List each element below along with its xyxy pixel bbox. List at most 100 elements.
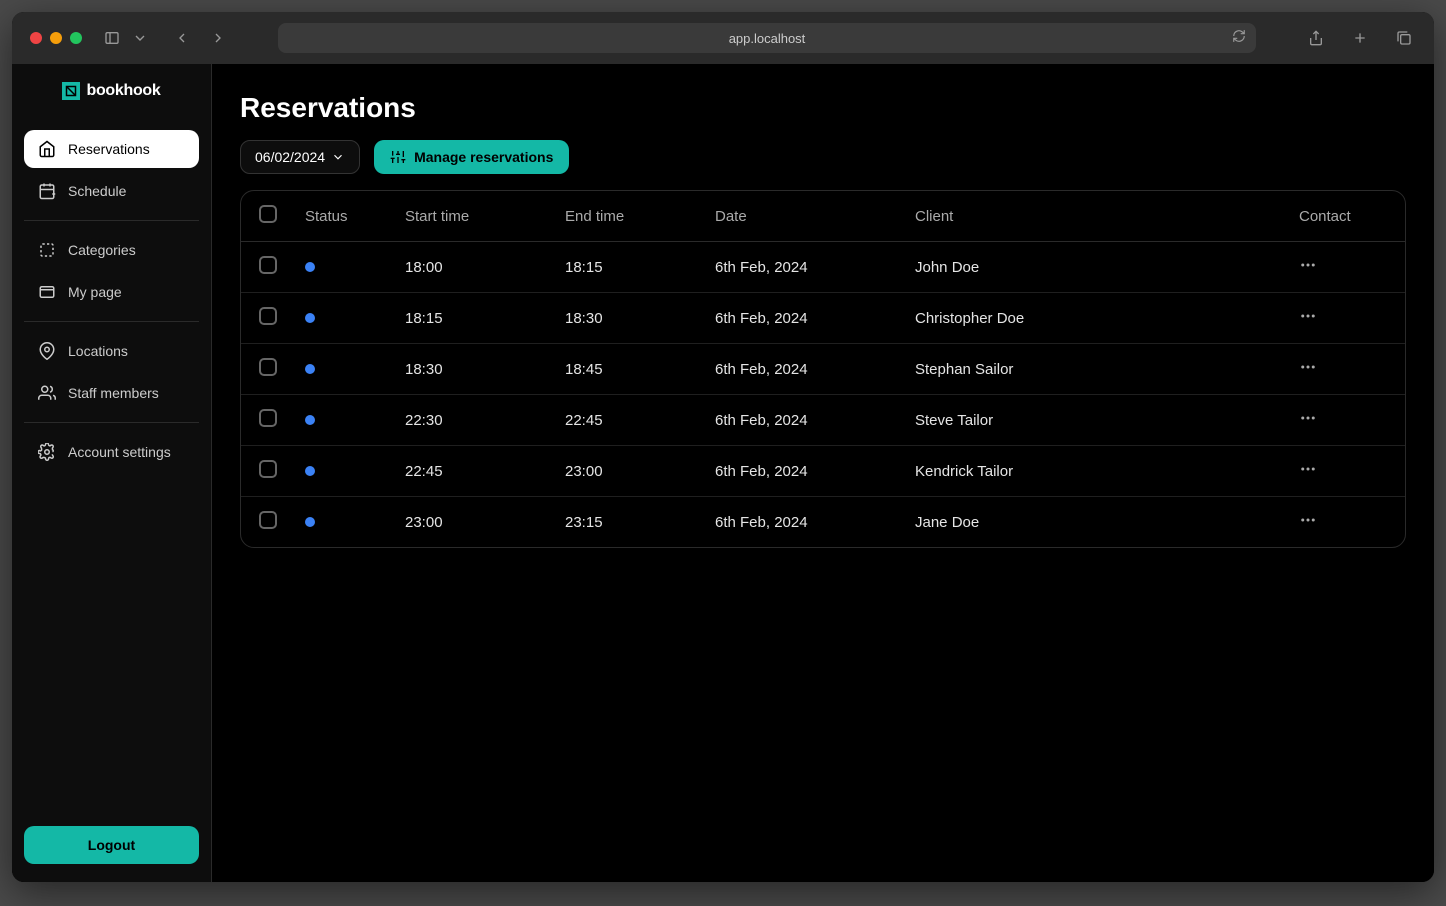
nav-back-icon[interactable] [170, 26, 194, 50]
window-close-button[interactable] [30, 32, 42, 44]
sidebar-item-locations[interactable]: Locations [24, 332, 199, 370]
cell-start-time: 22:30 [391, 395, 551, 446]
sidebar-item-staff[interactable]: Staff members [24, 374, 199, 412]
date-filter-value: 06/02/2024 [255, 149, 325, 165]
row-checkbox[interactable] [259, 511, 277, 529]
sliders-icon [390, 149, 406, 165]
row-actions-button[interactable] [1299, 307, 1317, 325]
nav-divider [24, 422, 199, 423]
select-all-checkbox[interactable] [259, 205, 277, 223]
row-actions-button[interactable] [1299, 460, 1317, 478]
page-title: Reservations [240, 92, 1406, 124]
address-url: app.localhost [729, 31, 806, 46]
nav-divider [24, 220, 199, 221]
new-tab-icon[interactable] [1348, 26, 1372, 50]
status-dot-icon [305, 517, 315, 527]
cell-date: 6th Feb, 2024 [701, 242, 901, 293]
nav-divider [24, 321, 199, 322]
table-row[interactable]: 22:45 23:00 6th Feb, 2024 Kendrick Tailo… [241, 446, 1405, 497]
column-header-status[interactable]: Status [291, 191, 391, 242]
status-dot-icon [305, 313, 315, 323]
cell-end-time: 22:45 [551, 395, 701, 446]
row-actions-button[interactable] [1299, 511, 1317, 529]
column-header-end[interactable]: End time [551, 191, 701, 242]
cell-client: Kendrick Tailor [901, 446, 1285, 497]
row-checkbox[interactable] [259, 460, 277, 478]
status-dot-icon [305, 415, 315, 425]
row-checkbox[interactable] [259, 307, 277, 325]
main-content: Reservations 06/02/2024 Manage reservati… [212, 64, 1434, 882]
reservations-table: Status Start time End time Date Client C… [240, 190, 1406, 548]
cell-client: Jane Doe [901, 497, 1285, 548]
table-row[interactable]: 18:00 18:15 6th Feb, 2024 John Doe [241, 242, 1405, 293]
row-actions-button[interactable] [1299, 358, 1317, 376]
sidebar-item-account-settings[interactable]: Account settings [24, 433, 199, 471]
gear-icon [38, 443, 56, 461]
sidebar-item-categories[interactable]: Categories [24, 231, 199, 269]
sidebar-item-label: Account settings [68, 444, 171, 460]
sidebar-item-label: Categories [68, 242, 136, 258]
users-icon [38, 384, 56, 402]
share-icon[interactable] [1304, 26, 1328, 50]
sidebar-item-label: Locations [68, 343, 128, 359]
cell-date: 6th Feb, 2024 [701, 395, 901, 446]
sidebar-item-label: Schedule [68, 183, 126, 199]
window-minimize-button[interactable] [50, 32, 62, 44]
date-filter-button[interactable]: 06/02/2024 [240, 140, 360, 174]
chevron-down-icon [331, 150, 345, 164]
map-pin-icon [38, 342, 56, 360]
sidebar: bookhook Reservations Schedule Categorie… [12, 64, 212, 882]
cell-start-time: 23:00 [391, 497, 551, 548]
row-actions-button[interactable] [1299, 256, 1317, 274]
status-dot-icon [305, 262, 315, 272]
browser-titlebar: app.localhost [12, 12, 1434, 64]
brand-name: bookhook [86, 82, 160, 100]
calendar-icon [38, 182, 56, 200]
window-icon [38, 283, 56, 301]
status-dot-icon [305, 466, 315, 476]
sidebar-toggle-icon[interactable] [100, 26, 124, 50]
cell-end-time: 23:00 [551, 446, 701, 497]
home-icon [38, 140, 56, 158]
cell-end-time: 23:15 [551, 497, 701, 548]
sidebar-item-schedule[interactable]: Schedule [24, 172, 199, 210]
cell-start-time: 18:15 [391, 293, 551, 344]
cell-start-time: 18:00 [391, 242, 551, 293]
table-row[interactable]: 18:15 18:30 6th Feb, 2024 Christopher Do… [241, 293, 1405, 344]
window-maximize-button[interactable] [70, 32, 82, 44]
logout-button[interactable]: Logout [24, 826, 199, 864]
column-header-date[interactable]: Date [701, 191, 901, 242]
cell-client: Christopher Doe [901, 293, 1285, 344]
sidebar-item-reservations[interactable]: Reservations [24, 130, 199, 168]
cell-date: 6th Feb, 2024 [701, 293, 901, 344]
table-row[interactable]: 23:00 23:15 6th Feb, 2024 Jane Doe [241, 497, 1405, 548]
toolbar: 06/02/2024 Manage reservations [240, 140, 1406, 174]
tabs-overview-icon[interactable] [1392, 26, 1416, 50]
column-header-start[interactable]: Start time [391, 191, 551, 242]
row-checkbox[interactable] [259, 256, 277, 274]
app-body: bookhook Reservations Schedule Categorie… [12, 64, 1434, 882]
cell-start-time: 18:30 [391, 344, 551, 395]
address-bar[interactable]: app.localhost [278, 23, 1256, 53]
sidebar-item-label: Staff members [68, 385, 159, 401]
column-header-contact[interactable]: Contact [1285, 191, 1405, 242]
table-row[interactable]: 22:30 22:45 6th Feb, 2024 Steve Tailor [241, 395, 1405, 446]
brand-mark-icon [62, 82, 80, 100]
brand-logo[interactable]: bookhook [24, 82, 199, 100]
column-header-client[interactable]: Client [901, 191, 1285, 242]
manage-button-label: Manage reservations [414, 149, 553, 165]
cell-end-time: 18:30 [551, 293, 701, 344]
refresh-icon[interactable] [1232, 29, 1246, 48]
row-checkbox[interactable] [259, 358, 277, 376]
table-row[interactable]: 18:30 18:45 6th Feb, 2024 Stephan Sailor [241, 344, 1405, 395]
row-checkbox[interactable] [259, 409, 277, 427]
sidebar-item-label: My page [68, 284, 122, 300]
nav-forward-icon[interactable] [206, 26, 230, 50]
cell-date: 6th Feb, 2024 [701, 446, 901, 497]
row-actions-button[interactable] [1299, 409, 1317, 427]
chevron-down-icon[interactable] [128, 26, 152, 50]
cell-client: John Doe [901, 242, 1285, 293]
window-controls [30, 32, 82, 44]
manage-reservations-button[interactable]: Manage reservations [374, 140, 569, 174]
sidebar-item-my-page[interactable]: My page [24, 273, 199, 311]
